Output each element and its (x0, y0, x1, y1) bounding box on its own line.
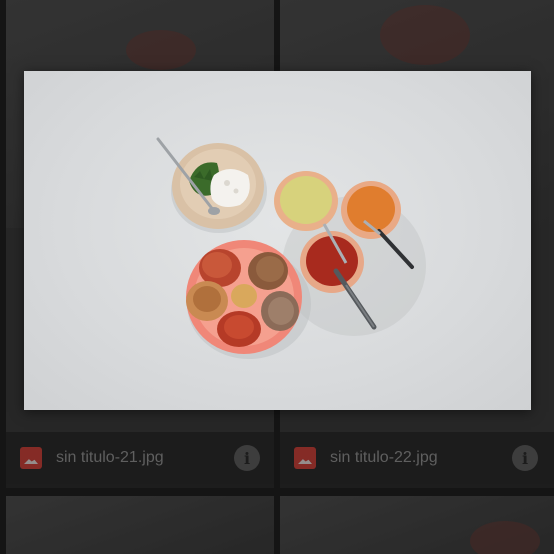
onion-cilantro-bowl (156, 137, 264, 229)
food-photo (156, 137, 426, 359)
taco-plate (186, 240, 302, 354)
image-preview[interactable] (24, 71, 531, 410)
green-salsa-bowl (274, 171, 338, 231)
